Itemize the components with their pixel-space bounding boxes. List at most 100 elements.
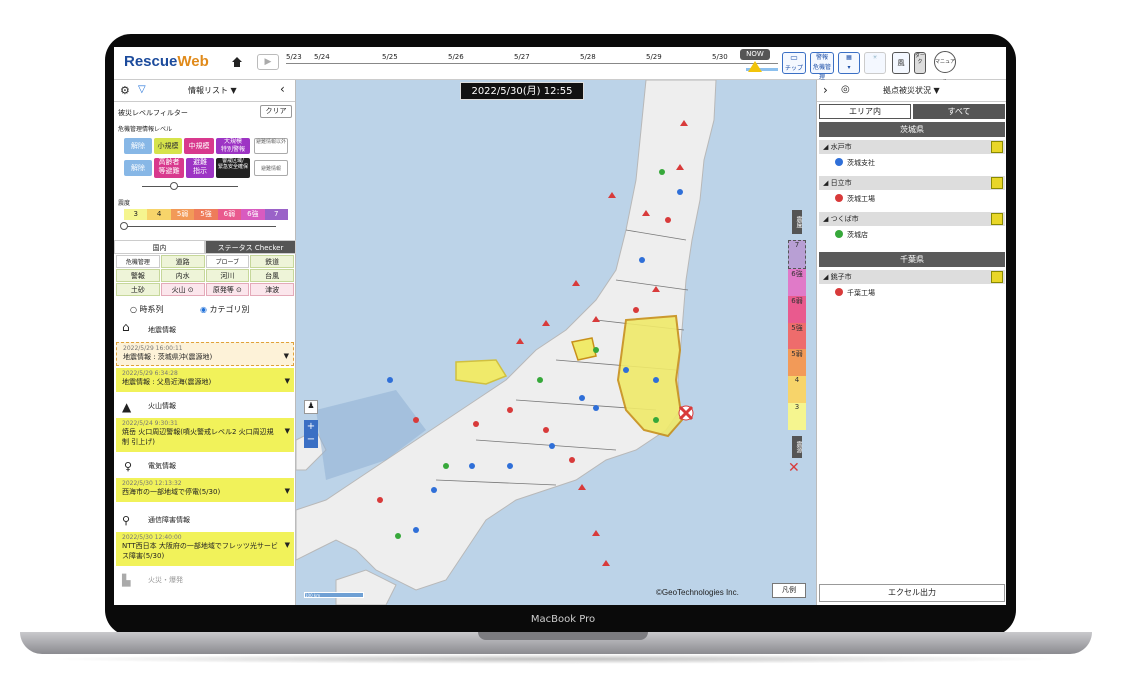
shindo-bar-title: 震度	[792, 210, 802, 234]
map-copyright: ©GeoTechnologies Inc.	[656, 588, 739, 597]
target-icon[interactable]: ◎	[841, 84, 850, 95]
info-item[interactable]: 2022/5/30 12:13:32 西海市の一部地域で停電(5/30) ▼	[116, 478, 294, 502]
cat-typhoon[interactable]: 台風	[250, 269, 294, 282]
region-tabs: 国内 ステータス Checker	[114, 240, 296, 254]
level-other[interactable]: 避難情報以外	[254, 138, 288, 154]
evac-release[interactable]: 解除	[124, 160, 152, 176]
home-icon[interactable]	[231, 56, 243, 68]
zoom-in-button[interactable]: +	[304, 420, 318, 434]
site-map-icon	[991, 141, 1003, 153]
level-small[interactable]: 小規模	[154, 138, 182, 154]
clear-button[interactable]: クリア	[260, 105, 292, 118]
filter-label: 被災レベルフィルター	[118, 109, 188, 117]
info-item[interactable]: 2022/5/30 12:40:00 NTT西日本 大阪府の一部地域でフレッツ光サ…	[116, 532, 294, 566]
info-item[interactable]: 2022/5/29 6:34:28 地震情報 : 父島近海(震源地) ▼	[116, 368, 294, 392]
dark-mode-button[interactable]: ダーク	[914, 52, 926, 74]
now-badge[interactable]: NOW	[740, 49, 770, 60]
map-view[interactable]: 2022/5/30(月) 12:55 震度 7 6強 6弱 5強 5弱 4 3 …	[296, 80, 816, 605]
timeline[interactable]: 5/23 5/24 5/25 5/26 5/27 5/28 5/29 5/30	[286, 51, 778, 77]
cat-inland-water[interactable]: 内水	[160, 269, 205, 282]
cat-tsunami[interactable]: 津波	[250, 283, 294, 296]
level-slider[interactable]	[142, 186, 238, 187]
shindo-label: 震度	[118, 200, 131, 207]
site-map-icon	[991, 271, 1003, 283]
site-item[interactable]: 千葉工場	[835, 286, 875, 300]
warning-button[interactable]: 警報 危機管理	[810, 52, 834, 81]
expand-icon: ▼	[284, 487, 290, 495]
cat-river[interactable]: 河川	[205, 269, 250, 282]
manual-button[interactable]: マニュアル	[934, 51, 956, 85]
evac-info[interactable]: 避難情報	[254, 160, 288, 176]
radio-category[interactable]: ◉ カテゴリ別	[200, 304, 250, 315]
shindo-slider-handle[interactable]	[120, 222, 128, 230]
collapse-left-icon[interactable]: ‹	[280, 82, 285, 96]
epicenter-legend-icon: ✕	[788, 460, 800, 476]
layer-button[interactable]: ▦ ▾	[838, 52, 860, 74]
epicenter-marker	[678, 405, 694, 421]
info-list-panel: ⚙ ▽ 情報リスト ▼ ‹ 被災レベルフィルター クリア 危機管理情報レベル 解…	[114, 80, 296, 605]
legend-button[interactable]: 凡例	[772, 583, 806, 598]
site-map-icon	[991, 177, 1003, 189]
timeline-date: 5/26	[448, 53, 464, 61]
pref-header[interactable]: 茨城県	[819, 122, 1005, 137]
group-telecom: 通信障害情報	[148, 516, 190, 524]
collapse-right-icon[interactable]: ›	[823, 83, 828, 97]
shindo-slider[interactable]	[126, 226, 276, 227]
filter-icon[interactable]: ▽	[138, 84, 146, 95]
now-marker-icon[interactable]	[748, 61, 762, 72]
site-item[interactable]: 茨城工場	[835, 192, 875, 206]
tab-domestic[interactable]: 国内	[114, 240, 205, 254]
pegman-icon[interactable]: ♟	[304, 400, 318, 414]
pref-header[interactable]: 千葉県	[819, 252, 1005, 267]
evac-order[interactable]: 避難 指示	[186, 158, 214, 178]
gear-icon[interactable]: ⚙	[120, 84, 130, 97]
timeline-date: 5/24	[314, 53, 330, 61]
top-bar: RescueWeb ▶ 5/23 5/24 5/25 5/26 5/27 5/2…	[114, 47, 1006, 85]
shindo-scale[interactable]: 3 4 5弱 5強 6弱 6強 7	[124, 209, 288, 220]
chip-button[interactable]: ▭ チップ	[782, 52, 806, 74]
cat-nuclear[interactable]: 原発等 ⊙	[205, 283, 250, 296]
radio-timeline[interactable]: ○ 時系列	[130, 304, 164, 315]
tab-in-area[interactable]: エリア内	[819, 104, 911, 119]
excel-export-button[interactable]: エクセル出力	[819, 584, 1005, 602]
weather-icon[interactable]: ☀	[864, 52, 886, 74]
level-large[interactable]: 大規模 特別警報	[216, 138, 250, 154]
cat-landslide[interactable]: 土砂	[116, 283, 160, 296]
level-slider-handle[interactable]	[170, 182, 178, 190]
site-item[interactable]: 茨城店	[835, 228, 868, 242]
cat-rail[interactable]: 鉄道	[250, 255, 294, 268]
crisis-level-label: 危機管理情報レベル	[118, 126, 173, 133]
level-medium[interactable]: 中規模	[184, 138, 214, 154]
japan-map	[296, 80, 717, 605]
group-fire: 火災・爆発	[148, 576, 183, 584]
city-row[interactable]: ◢ 銚子市	[819, 270, 1005, 284]
play-button[interactable]: ▶	[257, 54, 279, 70]
level-release[interactable]: 解除	[124, 138, 152, 154]
epicenter-title: 震源	[792, 436, 802, 458]
city-row[interactable]: ◢ つくば市	[819, 212, 1005, 226]
site-panel-header: › ◎ 拠点被災状況 ▼	[817, 80, 1006, 102]
map-scale: 100 km	[304, 592, 364, 598]
cat-volcano[interactable]: 火山 ⊙	[160, 283, 205, 296]
info-item[interactable]: 2022/5/24 9:30:31 焼岳 火口周辺警報(噴火警戒レベル2 火口周辺…	[116, 418, 294, 452]
cat-warning[interactable]: 警報	[116, 269, 160, 282]
tab-all[interactable]: すべて	[913, 104, 1005, 119]
timeline-date: 5/28	[580, 53, 596, 61]
site-status-dropdown[interactable]: 拠点被災状況 ▼	[883, 85, 940, 96]
evac-emergency[interactable]: 警戒区域/ 緊急安全確保	[216, 158, 250, 178]
expand-icon: ▼	[284, 541, 290, 549]
city-row[interactable]: ◢ 水戸市	[819, 140, 1005, 154]
city-row[interactable]: ◢ 日立市	[819, 176, 1005, 190]
info-item[interactable]: 2022/5/29 16:00:11 地震情報 : 茨城県沖(震源地) ▼	[116, 342, 294, 366]
site-item[interactable]: 茨城支社	[835, 156, 875, 170]
info-list-dropdown[interactable]: 情報リスト ▼	[188, 85, 237, 96]
evac-elderly[interactable]: 高齢者 等避難	[154, 158, 184, 178]
tab-status-checker[interactable]: ステータス Checker	[205, 240, 296, 254]
site-status-panel: › ◎ 拠点被災状況 ▼ エリア内 すべて 茨城県 ◢ 水戸市 茨城支社 ◢ 日…	[816, 80, 1006, 605]
cat-road[interactable]: 道路	[160, 255, 205, 268]
cat-crisis[interactable]: 危機管理	[116, 255, 160, 268]
cat-probe[interactable]: プローブ	[205, 255, 250, 268]
app-logo[interactable]: RescueWeb	[124, 53, 209, 70]
wind-button[interactable]: 風	[892, 52, 910, 74]
zoom-out-button[interactable]: −	[304, 434, 318, 448]
